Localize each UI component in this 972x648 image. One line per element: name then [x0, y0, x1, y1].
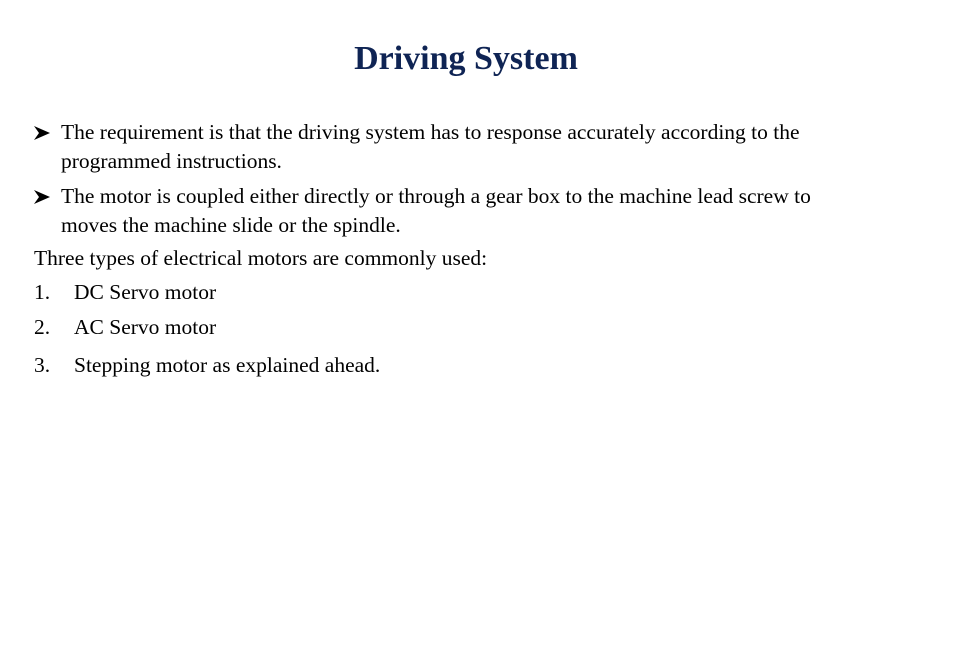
list-number: 3. [34, 353, 51, 377]
bullet-text-line: The motor is coupled either directly or … [61, 184, 811, 208]
motor-type-item: 2. AC Servo motor [34, 313, 934, 342]
slide-content: The requirement is that the driving syst… [34, 118, 934, 380]
list-number: 2. [34, 315, 51, 339]
arrow-bullet-icon [34, 190, 50, 204]
list-number: 1. [34, 280, 51, 304]
motor-type-label: AC Servo motor [74, 315, 217, 339]
motor-type-label: Stepping motor as explained ahead. [74, 353, 381, 377]
motor-type-item: 1. DC Servo motor [34, 278, 934, 307]
bullet-item: The requirement is that the driving syst… [34, 118, 934, 176]
bullet-item: The motor is coupled either directly or … [34, 182, 934, 240]
bullet-text-line: The requirement is that the driving syst… [61, 120, 800, 144]
slide-title: Driving System [354, 40, 578, 77]
arrow-bullet-icon [34, 126, 50, 140]
bullet-text-line: moves the machine slide or the spindle. [61, 213, 401, 237]
motor-type-item: 3. Stepping motor as explained ahead. [34, 351, 934, 380]
bullet-text-line: programmed instructions. [61, 149, 282, 173]
motor-type-label: DC Servo motor [74, 280, 217, 304]
motor-types-intro: Three types of electrical motors are com… [34, 246, 488, 270]
